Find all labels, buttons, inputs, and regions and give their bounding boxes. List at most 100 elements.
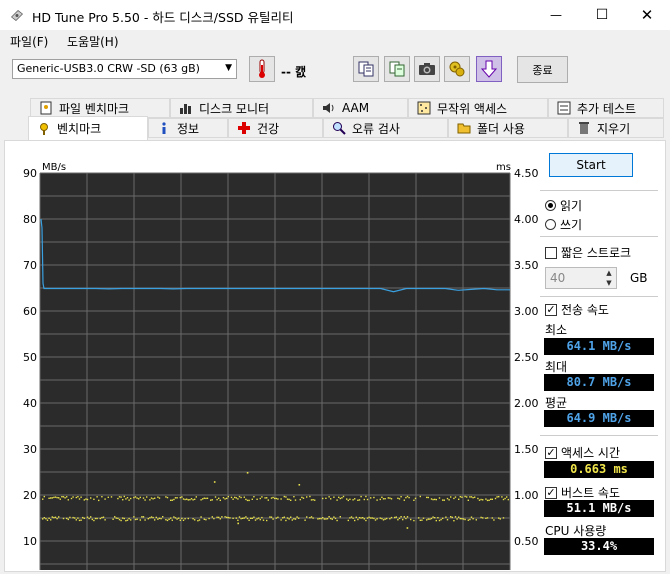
access-time-point <box>430 517 433 520</box>
access-time-point <box>126 497 129 499</box>
access-time-point <box>368 516 370 518</box>
start-button[interactable]: Start <box>549 153 633 177</box>
access-time-point <box>312 517 314 519</box>
access-time-point <box>155 516 157 519</box>
access-time-point <box>226 497 228 500</box>
access-time-point <box>448 499 450 501</box>
access-time-point <box>381 517 383 520</box>
access-time-value: 0.663 ms <box>544 461 654 478</box>
access-time-point <box>67 518 69 521</box>
access-time-point <box>189 499 191 501</box>
access-time-point <box>117 517 119 519</box>
access-time-point <box>413 519 415 522</box>
access-time-point <box>293 496 295 498</box>
access-time-point <box>187 499 189 501</box>
burst-rate-checkbox[interactable]: ✓ 버스트 속도 <box>545 484 620 501</box>
access-time-point <box>328 516 330 518</box>
access-time-point <box>173 516 175 518</box>
maximize-button[interactable]: ☐ <box>579 0 625 30</box>
short-stroke-label: 짧은 스트로크 <box>561 246 632 260</box>
access-time-point <box>253 516 255 518</box>
access-time-point <box>174 517 177 519</box>
access-time-point <box>120 496 122 498</box>
short-stroke-checkbox[interactable]: 짧은 스트로크 <box>545 244 631 261</box>
access-time-point <box>243 517 245 519</box>
access-time-point <box>414 497 417 500</box>
access-time-point <box>237 519 239 521</box>
access-time-point <box>192 499 194 501</box>
access-time-point <box>144 499 146 501</box>
write-label: 쓰기 <box>560 218 583 232</box>
close-button[interactable]: ✕ <box>624 0 670 30</box>
access-time-point <box>58 516 60 518</box>
access-time-point <box>154 519 156 521</box>
access-time-point <box>352 499 354 501</box>
access-time-point <box>437 517 439 519</box>
access-time-checkbox[interactable]: ✓ 액세스 시간 <box>545 444 620 461</box>
transfer-rate-checkbox[interactable]: ✓ 전송 속도 <box>545 301 609 318</box>
chart-y-right-unit: ms <box>496 162 511 173</box>
access-time-point <box>242 517 244 519</box>
access-time-point <box>310 499 313 501</box>
access-time-point <box>317 518 319 520</box>
access-time-point <box>474 496 476 498</box>
access-time-point <box>42 518 44 520</box>
access-time-point <box>186 498 188 500</box>
access-time-point <box>341 497 343 499</box>
access-time-point <box>83 499 85 501</box>
access-time-point <box>136 497 138 499</box>
access-time-point <box>390 516 393 519</box>
access-time-point <box>75 519 77 521</box>
access-time-point <box>426 496 428 499</box>
access-time-point <box>434 498 436 501</box>
access-time-point <box>48 517 50 519</box>
access-time-point <box>230 496 233 499</box>
access-time-point <box>123 517 125 520</box>
spin-down-icon[interactable]: ▼ <box>602 278 616 288</box>
access-time-point <box>498 517 500 519</box>
access-time-point <box>290 499 292 501</box>
access-time-point <box>219 518 221 520</box>
access-time-point <box>286 498 289 500</box>
spin-up-icon[interactable]: ▲ <box>602 268 616 278</box>
access-time-point <box>397 497 399 499</box>
access-time-point <box>42 498 44 500</box>
access-time-point <box>150 497 153 499</box>
access-time-point <box>86 516 89 518</box>
access-time-point <box>357 499 359 501</box>
short-stroke-size-input[interactable]: 40 ▲ ▼ <box>545 267 617 289</box>
access-time-point <box>398 498 401 500</box>
maximum-value: 80.7 MB/s <box>544 374 654 391</box>
transfer-rate-label: 전송 속도 <box>561 303 609 317</box>
access-time-point <box>376 499 378 501</box>
access-time-point <box>406 495 409 498</box>
access-time-point <box>82 516 84 519</box>
access-time-point <box>221 516 223 518</box>
access-time-point <box>376 518 378 520</box>
access-time-point <box>470 496 473 498</box>
access-time-point <box>245 498 247 501</box>
access-time-point <box>277 516 279 518</box>
access-time-point <box>125 498 127 500</box>
access-time-label: 액세스 시간 <box>561 446 621 460</box>
access-time-point <box>382 498 385 500</box>
access-time-point <box>491 498 493 500</box>
access-time-point <box>142 497 145 499</box>
access-time-point <box>134 496 137 498</box>
access-time-point <box>214 496 217 498</box>
read-radio[interactable]: 읽기 <box>545 197 582 214</box>
tab-extra-tests[interactable]: 추가 테스트 <box>548 98 664 118</box>
write-radio[interactable]: 쓰기 <box>545 216 582 233</box>
access-time-point <box>246 472 249 474</box>
access-time-point <box>405 517 407 520</box>
access-time-point <box>93 498 95 500</box>
access-time-point <box>502 498 505 501</box>
access-time-point <box>397 519 399 521</box>
access-time-point <box>179 519 181 521</box>
access-time-point <box>118 496 121 498</box>
access-time-point <box>323 518 325 520</box>
tab-erase[interactable]: 지우기 <box>568 118 664 138</box>
access-time-point <box>402 518 404 521</box>
radio-checked <box>545 200 556 211</box>
access-time-point <box>346 498 348 500</box>
